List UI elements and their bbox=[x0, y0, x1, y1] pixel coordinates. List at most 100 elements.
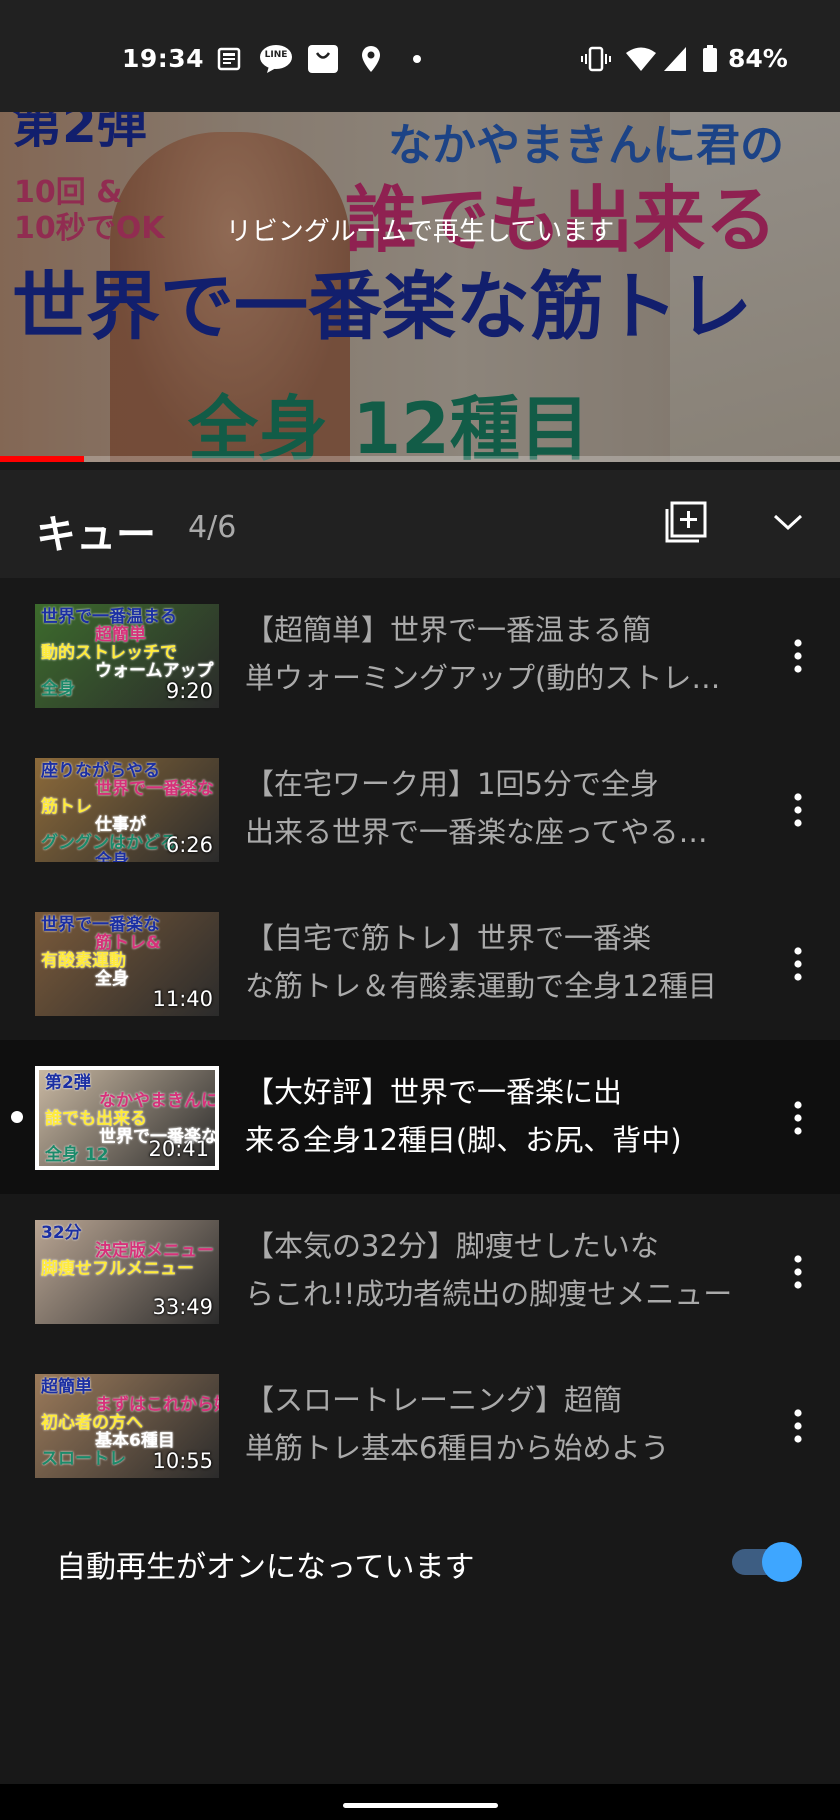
video-thumbnail[interactable]: 超簡単まずはこれから始めよう初心者の方へ基本6種目スロートレ 10:55 bbox=[35, 1374, 219, 1478]
more-vert-icon bbox=[794, 1255, 802, 1289]
line-app-icon: LINE bbox=[258, 44, 294, 74]
thumbnail-text: 筋トレ bbox=[41, 797, 92, 817]
thumbnail-text: グングンはかどる bbox=[41, 833, 177, 853]
video-duration: 6:26 bbox=[165, 833, 213, 857]
thumbnail-text: なかやまきんに君の bbox=[99, 1091, 218, 1111]
video-progress-track[interactable] bbox=[0, 456, 840, 462]
video-title[interactable]: 【スロートレーニング】超簡 単筋トレ基本6種目から始めよう bbox=[245, 1376, 735, 1472]
more-vert-icon bbox=[794, 947, 802, 981]
thumbnail-text: 第2弾 bbox=[45, 1073, 91, 1093]
video-thumbnail[interactable]: 第2弾なかやまきんに君の誰でも出来る世界で一番楽な筋トレ全身 1220:41 bbox=[35, 1066, 219, 1170]
thumbnail-text: 世界で一番楽な bbox=[41, 915, 160, 935]
video-thumbnail[interactable]: 世界で一番楽な 筋トレ& 有酸素運動 全身 11:40 bbox=[35, 912, 219, 1016]
thumbnail-text: 全身 bbox=[95, 851, 129, 862]
video-title-line-2: 来る全身12種目(脚、お尻、背中) bbox=[245, 1123, 682, 1157]
video-duration: 9:20 bbox=[165, 679, 213, 703]
thumbnail-text: 誰でも出来る bbox=[45, 1109, 147, 1129]
wifi-icon bbox=[624, 44, 658, 74]
video-title-line-1: 【本気の32分】脚痩せしたいな bbox=[245, 1229, 659, 1263]
thumbnail-text: まずはこれから始めよう bbox=[95, 1395, 219, 1415]
thumbnail-text: 脚痩せフルメニュー bbox=[41, 1259, 194, 1279]
more-options-button[interactable] bbox=[776, 1248, 820, 1296]
cast-message: リビングルームで再生しています bbox=[225, 217, 615, 247]
video-title-line-2: 単筋トレ基本6種目から始めよう bbox=[245, 1431, 670, 1465]
video-title-line-2: 出来る世界で一番楽な座ってやる筋トレ bbox=[245, 815, 735, 849]
thumbnail-text: 有酸素運動 bbox=[41, 951, 126, 971]
video-title[interactable]: 【大好評】世界で一番楽に出来る全身12種目(脚、お尻、背中) bbox=[245, 1068, 735, 1164]
more-options-button[interactable] bbox=[776, 632, 820, 680]
video-title-line-1: 【自宅で筋トレ】世界で一番楽 bbox=[245, 921, 652, 955]
thumbnail-text: 全身 bbox=[95, 969, 129, 989]
autoplay-row[interactable]: 自動再生がオンになっています bbox=[0, 1520, 840, 1604]
video-player[interactable]: 第2弾 10回 & 10秒でOK なかやまきんに君の 誰でも出来る 世界で一番楽… bbox=[0, 112, 840, 462]
thumbnail-text: 動的ストレッチで bbox=[41, 643, 177, 663]
video-duration: 11:40 bbox=[152, 987, 213, 1011]
thumbnail-text: 世界で一番楽な bbox=[95, 779, 214, 799]
more-vert-icon bbox=[794, 1101, 802, 1135]
thumbnail-text: 超簡単 bbox=[95, 625, 146, 645]
video-duration: 20:41 bbox=[148, 1137, 209, 1161]
more-options-button[interactable] bbox=[776, 940, 820, 988]
video-progress-fill bbox=[0, 456, 84, 462]
thumbnail-text: 全身 12 bbox=[45, 1145, 109, 1165]
video-title-line-2: らこれ!!成功者続出の脚痩せメニュー bbox=[245, 1277, 733, 1311]
more-options-button[interactable] bbox=[776, 1094, 820, 1142]
autoplay-toggle-knob bbox=[762, 1542, 802, 1582]
location-icon bbox=[358, 44, 384, 74]
queue-header: キュー 4/6 bbox=[0, 470, 840, 578]
video-thumbnail[interactable]: 32分 決定版メニュー 脚痩せフルメニュー 33:49 bbox=[35, 1220, 219, 1324]
navigation-bar bbox=[0, 1784, 840, 1820]
thumbnail-text: 仕事が bbox=[95, 815, 146, 835]
thumbnail-text: ウォームアップ bbox=[95, 661, 214, 681]
queue-item[interactable]: 世界で一番温まる 超簡単 動的ストレッチで ウォームアップ 全身 9:20 【超簡単】世界で… bbox=[0, 578, 840, 732]
now-playing-indicator bbox=[11, 1111, 23, 1123]
queue-position: 4/6 bbox=[188, 510, 237, 545]
video-title[interactable]: 【超簡単】世界で一番温まる簡単ウォーミングアップ(動的ストレッチ) bbox=[245, 606, 735, 702]
status-time: 19:34 bbox=[122, 44, 205, 73]
status-bar: 19:34 LINE 84% bbox=[0, 0, 840, 112]
chevron-down-icon bbox=[772, 512, 804, 536]
autoplay-toggle[interactable] bbox=[732, 1542, 802, 1582]
more-vert-icon bbox=[794, 639, 802, 673]
more-vert-icon bbox=[794, 1409, 802, 1443]
video-title-line-2: な筋トレ＆有酸素運動で全身12種目 bbox=[245, 969, 717, 1003]
thumbnail-text: 決定版メニュー bbox=[95, 1241, 214, 1261]
thumbnail-text: 基本6種目 bbox=[95, 1431, 175, 1451]
thumbnail-text: 初心者の方へ bbox=[41, 1413, 143, 1433]
thumbnail-text: 筋トレ& bbox=[95, 933, 161, 953]
more-options-button[interactable] bbox=[776, 1402, 820, 1450]
queue-item[interactable]: 座りながらやる 世界で一番楽な 筋トレ 仕事が グングンはかどる 全身 6:26 【在宅ワーク… bbox=[0, 732, 840, 886]
video-title-line-2: 単ウォーミングアップ(動的ストレッチ) bbox=[245, 661, 735, 695]
queue-item[interactable]: 超簡単まずはこれから始めよう初心者の方へ基本6種目スロートレ 10:55 【スロート… bbox=[0, 1348, 840, 1502]
queue-item[interactable]: 32分 決定版メニュー 脚痩せフルメニュー 33:49 【本気の32分】脚痩せしたいなら… bbox=[0, 1194, 840, 1348]
add-to-playlist-icon bbox=[664, 500, 708, 548]
video-duration: 10:55 bbox=[152, 1449, 213, 1473]
video-title-line-1: 【超簡単】世界で一番温まる簡 bbox=[245, 613, 652, 647]
battery-percent: 84% bbox=[728, 44, 788, 73]
collapse-queue-button[interactable] bbox=[760, 496, 816, 552]
video-title[interactable]: 【在宅ワーク用】1回5分で全身 出来る世界で一番楽な座ってやる筋トレ bbox=[245, 760, 735, 856]
dot-icon bbox=[410, 44, 424, 74]
video-title[interactable]: 【自宅で筋トレ】世界で一番楽な筋トレ＆有酸素運動で全身12種目 bbox=[245, 914, 735, 1010]
queue-title: キュー bbox=[36, 512, 156, 558]
video-title[interactable]: 【本気の32分】脚痩せしたいならこれ!!成功者続出の脚痩せメニュー bbox=[245, 1222, 735, 1318]
thumbnail-text: 世界で一番温まる bbox=[41, 607, 177, 627]
vibrate-icon bbox=[580, 44, 612, 74]
news-icon bbox=[214, 44, 244, 74]
video-thumbnail[interactable]: 世界で一番温まる 超簡単 動的ストレッチで ウォームアップ 全身 9:20 bbox=[35, 604, 219, 708]
line-logo-text: LINE bbox=[264, 50, 288, 60]
more-options-button[interactable] bbox=[776, 786, 820, 834]
add-to-playlist-button[interactable] bbox=[658, 496, 714, 552]
video-thumbnail[interactable]: 座りながらやる 世界で一番楽な 筋トレ 仕事が グングンはかどる 全身 6:26 bbox=[35, 758, 219, 862]
queue-item[interactable]: 第2弾なかやまきんに君の誰でも出来る世界で一番楽な筋トレ全身 1220:41【大… bbox=[0, 1040, 840, 1194]
autoplay-label: 自動再生がオンになっています bbox=[56, 1550, 475, 1585]
thumbnail-text: 32分 bbox=[41, 1223, 82, 1243]
video-dim-overlay bbox=[0, 112, 840, 462]
video-duration: 33:49 bbox=[152, 1295, 213, 1319]
signal-icon bbox=[662, 44, 688, 74]
video-title-line-1: 【大好評】世界で一番楽に出 bbox=[245, 1075, 623, 1109]
queue-item[interactable]: 世界で一番楽な 筋トレ& 有酸素運動 全身 11:40 【自宅で筋トレ】世界で一番楽な筋ト… bbox=[0, 886, 840, 1040]
home-gesture-handle[interactable] bbox=[343, 1803, 498, 1808]
thumbnail-text: 超簡単 bbox=[41, 1377, 92, 1397]
thumbnail-text: 全身 bbox=[41, 679, 75, 699]
